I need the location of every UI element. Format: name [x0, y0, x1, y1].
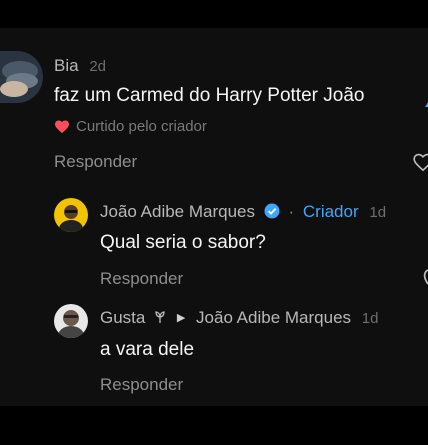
like-icon[interactable] — [422, 268, 428, 291]
liked-by-creator: Curtido pelo criador — [54, 118, 207, 138]
creator-badge: Criador — [302, 202, 359, 221]
emoji-icon — [423, 96, 428, 114]
comment-meta: Bia 2d — [54, 56, 106, 76]
reply-text: Qual seria o sabor? — [100, 232, 266, 253]
leaf-icon — [154, 308, 171, 327]
reply-time: 1d — [361, 310, 379, 327]
like-icon[interactable] — [412, 152, 428, 172]
author-name[interactable]: Gusta — [100, 308, 145, 327]
reply-button[interactable]: Responder — [100, 269, 183, 289]
avatar-gusta[interactable] — [54, 304, 88, 338]
reply-text: a vara dele — [100, 339, 195, 360]
reply-button[interactable]: Responder — [54, 152, 137, 172]
reply-button[interactable]: Responder — [100, 375, 183, 395]
reply-meta: Gusta ▶ João Adibe Marques 1d — [100, 308, 378, 328]
comment-time: 2d — [89, 58, 106, 75]
verified-icon — [264, 203, 280, 224]
avatar-joao[interactable] — [54, 198, 88, 232]
comment-text: faz um Carmed do Harry Potter João — [54, 85, 365, 106]
reply-time: 1d — [369, 204, 387, 221]
separator: · — [288, 202, 295, 221]
reply-meta: João Adibe Marques · Criador 1d — [100, 202, 386, 224]
author-name[interactable]: João Adibe Marques — [100, 202, 255, 221]
author-name[interactable]: Bia — [54, 56, 79, 75]
arrow-right-icon: ▶ — [176, 312, 186, 324]
heart-icon — [54, 119, 70, 138]
reply-to-name[interactable]: João Adibe Marques — [196, 308, 351, 327]
liked-label: Curtido pelo criador — [76, 118, 207, 135]
